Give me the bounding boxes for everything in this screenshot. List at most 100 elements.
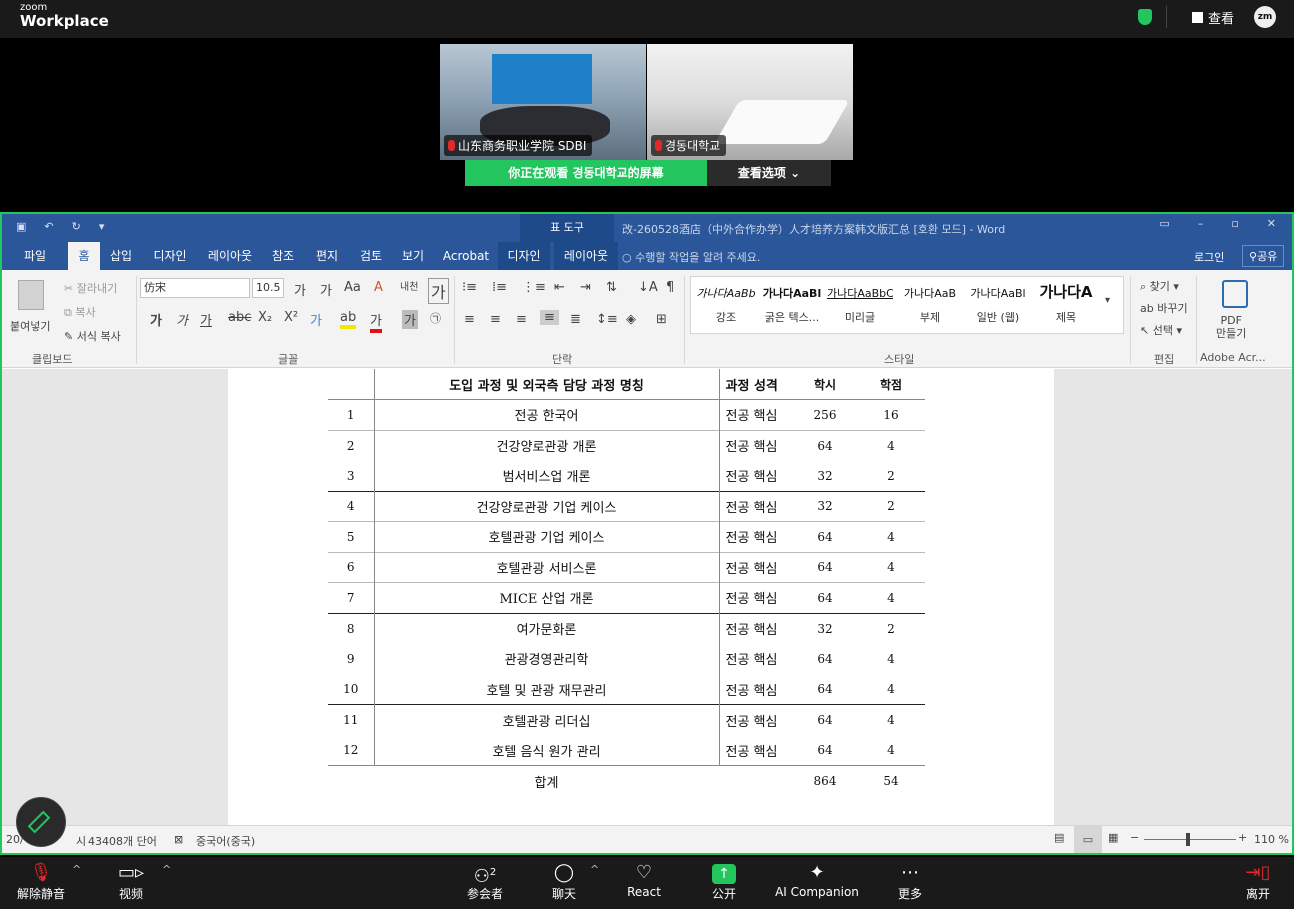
chevron-up-icon[interactable]: ^ xyxy=(162,863,171,876)
show-marks-icon[interactable]: ¶ xyxy=(666,280,674,295)
style-normal-web[interactable]: 가나다AaBl 일반 (웹) xyxy=(965,277,1031,333)
maximize-icon[interactable]: ▫ xyxy=(1231,217,1238,230)
tab-view[interactable]: 보기 xyxy=(394,242,432,270)
strikethrough-icon[interactable]: abc xyxy=(228,310,251,325)
align-right-icon[interactable]: ≡ xyxy=(516,312,527,327)
align-center-icon[interactable]: ≡ xyxy=(490,312,501,327)
zoom-slider-track[interactable] xyxy=(1144,839,1236,840)
save-icon[interactable]: ▣ xyxy=(16,220,26,233)
redo-icon[interactable]: ↻ xyxy=(72,220,81,233)
tab-acrobat[interactable]: Acrobat xyxy=(438,242,494,270)
security-shield-icon[interactable] xyxy=(1138,9,1152,25)
underline-icon[interactable]: 가 xyxy=(200,310,212,329)
read-mode-icon[interactable]: ▤ xyxy=(1054,831,1064,844)
font-name-field[interactable]: 仿宋 xyxy=(140,278,250,298)
style-subtle[interactable]: 가나다AaBbC 미리글 xyxy=(827,277,893,333)
chevron-up-icon[interactable]: ^ xyxy=(72,863,81,876)
format-painter-button[interactable]: ✎ 서식 복사 xyxy=(64,328,121,344)
avatar[interactable]: zm xyxy=(1254,6,1276,28)
zoom-out-icon[interactable]: − xyxy=(1130,831,1139,844)
paste-icon[interactable] xyxy=(18,280,44,310)
ai-companion-button[interactable]: ✦ AI Companion xyxy=(772,861,862,905)
chinese-layout-icon[interactable]: ⇅ xyxy=(606,280,617,295)
gallery-more-icon[interactable]: ▾ xyxy=(1105,295,1110,306)
shrink-font-icon[interactable]: 가 xyxy=(320,280,332,299)
customize-icon[interactable]: ▾ xyxy=(99,220,105,233)
multilevel-list-icon[interactable]: ⋮≡ xyxy=(522,280,546,295)
video-button[interactable]: ▭▹ 视频 xyxy=(106,861,156,905)
select-button[interactable]: ↖ 선택 ▾ xyxy=(1140,322,1182,338)
sign-in-link[interactable]: 로그인 xyxy=(1194,249,1224,265)
react-button[interactable]: ♡ React xyxy=(622,861,666,905)
shading-icon[interactable]: ◈ xyxy=(626,312,636,327)
tab-review[interactable]: 검토 xyxy=(352,242,390,270)
cut-button[interactable]: ✂ 잘라내기 xyxy=(64,280,117,296)
bold-icon[interactable]: 가 xyxy=(150,310,162,329)
find-button[interactable]: ⌕ 찾기 ▾ xyxy=(1140,278,1179,294)
highlight-icon[interactable]: ab xyxy=(340,310,357,329)
zoom-level[interactable]: 110 % xyxy=(1254,833,1289,846)
ribbon-options-icon[interactable]: ▭ xyxy=(1159,217,1169,230)
font-size-field[interactable]: 10.5 xyxy=(252,278,284,298)
share-button[interactable]: ⚲공유 xyxy=(1242,245,1285,267)
tab-table-layout[interactable]: 레이아웃 xyxy=(554,242,618,270)
bullets-icon[interactable]: ⁝≡ xyxy=(462,280,477,295)
superscript-icon[interactable]: X² xyxy=(284,310,298,325)
increase-indent-icon[interactable]: ⇥ xyxy=(580,280,591,295)
undo-icon[interactable]: ↶ xyxy=(44,220,53,233)
print-layout-icon[interactable]: ▭ xyxy=(1074,826,1102,853)
text-effects-icon[interactable]: 가 xyxy=(310,310,322,329)
language-indicator[interactable]: 중국어(중국) xyxy=(196,833,255,849)
more-button[interactable]: ⋯ 更多 xyxy=(890,861,930,905)
zoom-slider-thumb[interactable] xyxy=(1186,833,1190,846)
grow-font-icon[interactable]: 가 xyxy=(294,280,306,299)
borders-icon[interactable]: ⊞ xyxy=(656,312,667,327)
word-count[interactable]: 43408개 단어 xyxy=(88,833,157,849)
tab-references[interactable]: 참조 xyxy=(266,242,300,270)
tell-me-search[interactable]: ○ 수행할 작업을 알려 주세요. xyxy=(622,249,760,265)
create-pdf-icon[interactable] xyxy=(1222,280,1248,308)
enclose-characters-icon[interactable]: ㉠ xyxy=(430,310,441,326)
change-case-icon[interactable]: Aa xyxy=(344,280,361,295)
copy-button[interactable]: ⧉ 복사 xyxy=(64,304,96,320)
character-shading-icon[interactable]: 가 xyxy=(402,310,418,329)
style-emphasis[interactable]: 가나다AaBb 강조 xyxy=(693,277,759,333)
phonetic-guide-icon[interactable]: 내천 xyxy=(400,278,418,293)
clear-formatting-icon[interactable]: A xyxy=(374,280,383,295)
style-subtitle[interactable]: 가나다AaB 부제 xyxy=(897,277,963,333)
tab-table-design[interactable]: 디자인 xyxy=(498,242,550,270)
style-title[interactable]: 가나다A 제목 xyxy=(1033,277,1099,333)
line-spacing-icon[interactable]: ↕≡ xyxy=(596,312,618,327)
document-page[interactable]: 도입 과정 및 외국측 담당 과정 명칭 과정 성격 학시 학점 1 전공 한국어… xyxy=(228,369,1054,825)
tab-layout[interactable]: 레이아웃 xyxy=(200,242,260,270)
annotate-button[interactable] xyxy=(16,797,66,847)
subscript-icon[interactable]: X₂ xyxy=(258,310,272,325)
justify-icon[interactable]: ≡ xyxy=(540,310,559,325)
font-color-icon[interactable]: 가 xyxy=(370,310,382,333)
proofing-icon[interactable]: ⊠ xyxy=(174,833,183,846)
chevron-up-icon[interactable]: ^ xyxy=(590,863,599,876)
close-icon[interactable]: ✕ xyxy=(1267,217,1276,230)
share-screen-button[interactable]: ↑ 公开 xyxy=(704,861,744,905)
page-indicator[interactable]: 시 xyxy=(76,833,86,849)
style-strong[interactable]: 가나다AaBl 굵은 텍스... xyxy=(759,277,825,333)
decrease-indent-icon[interactable]: ⇤ xyxy=(554,280,565,295)
view-options-button[interactable]: 查看选项 ⌄ xyxy=(707,160,831,186)
tab-home[interactable]: 홈 xyxy=(68,242,100,270)
numbering-icon[interactable]: ⁞≡ xyxy=(492,280,507,295)
chat-button[interactable]: ◯ 聊天 xyxy=(544,861,584,905)
video-tile-2[interactable]: 경동대학교 xyxy=(647,44,853,160)
zoom-in-icon[interactable]: + xyxy=(1238,831,1247,844)
paste-button[interactable]: 붙여넣기 xyxy=(10,318,50,334)
sort-icon[interactable]: ↓A xyxy=(638,280,658,295)
tab-mailings[interactable]: 편지 xyxy=(308,242,346,270)
participants-button[interactable]: ⚇2 参会者 xyxy=(460,861,510,905)
web-layout-icon[interactable]: ▦ xyxy=(1108,831,1118,844)
distributed-icon[interactable]: ≣ xyxy=(570,312,581,327)
italic-icon[interactable]: 가 xyxy=(176,310,188,329)
unmute-button[interactable]: 🎙︎ 解除静音 xyxy=(12,861,70,905)
replace-button[interactable]: ab 바꾸기 xyxy=(1140,300,1188,316)
align-left-icon[interactable]: ≡ xyxy=(464,312,475,327)
video-tile-1[interactable]: 山东商务职业学院 SDBI xyxy=(440,44,646,160)
tab-insert[interactable]: 삽입 xyxy=(104,242,138,270)
